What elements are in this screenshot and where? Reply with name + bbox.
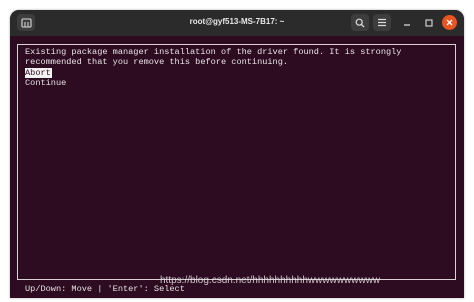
search-icon [355, 18, 365, 27]
option-continue[interactable]: Continue [25, 78, 66, 88]
maximize-icon [425, 19, 433, 27]
minimize-button[interactable] [400, 16, 414, 30]
dialog-message-line-2: recommended that you remove this before … [25, 57, 289, 67]
terminal-window: root@gyf513-MS-7B17: ~ Existing package … [10, 10, 464, 298]
close-button[interactable] [442, 15, 457, 30]
watermark-text: https://blog.csdn.net/hhhhhhhhhhwwwwwwww… [160, 275, 381, 286]
minimize-icon [404, 24, 410, 26]
option-abort[interactable]: Abort [25, 68, 52, 78]
search-button[interactable] [351, 14, 369, 31]
menu-button[interactable] [373, 14, 391, 31]
terminal-area[interactable]: Existing package manager installation of… [10, 36, 464, 298]
dialog-message-line-1: Existing package manager installation of… [25, 47, 402, 57]
window-title: root@gyf513-MS-7B17: ~ [189, 17, 285, 26]
maximize-button[interactable] [422, 16, 436, 30]
close-icon [446, 19, 453, 26]
title-bar[interactable]: root@gyf513-MS-7B17: ~ [10, 10, 464, 36]
dialog-frame [17, 44, 456, 280]
hamburger-menu-icon [378, 18, 386, 27]
